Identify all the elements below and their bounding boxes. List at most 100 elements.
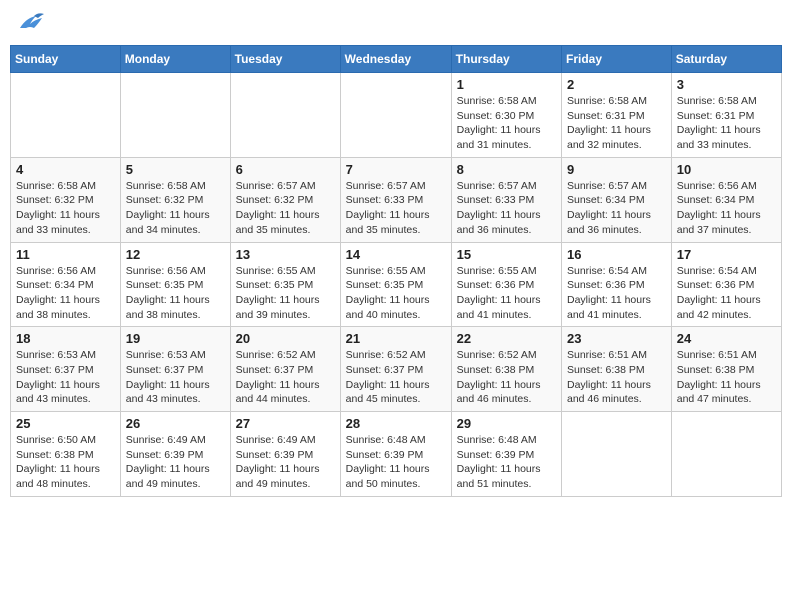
day-info: Sunrise: 6:55 AM Sunset: 6:35 PM Dayligh… [346,264,446,323]
calendar-cell [230,73,340,158]
calendar-cell: 14 Sunrise: 6:55 AM Sunset: 6:35 PM Dayli… [340,242,451,327]
day-number: 13 [236,247,335,262]
day-number: 26 [126,416,225,431]
logo [14,10,46,37]
calendar-header-friday: Friday [562,46,672,73]
day-number: 24 [677,331,776,346]
calendar-header-sunday: Sunday [11,46,121,73]
calendar-cell: 7 Sunrise: 6:57 AM Sunset: 6:33 PM Daylig… [340,157,451,242]
calendar-cell [120,73,230,158]
calendar-cell: 25 Sunrise: 6:50 AM Sunset: 6:38 PM Dayli… [11,412,121,497]
calendar-cell: 24 Sunrise: 6:51 AM Sunset: 6:38 PM Dayli… [671,327,781,412]
day-info: Sunrise: 6:58 AM Sunset: 6:31 PM Dayligh… [567,94,666,153]
calendar-cell: 20Sunrise: 6:52 AM Sunset: 6:37 PM Dayli… [230,327,340,412]
calendar-cell: 19 Sunrise: 6:53 AM Sunset: 6:37 PM Dayli… [120,327,230,412]
day-number: 22 [457,331,556,346]
calendar-body: 1Sunrise: 6:58 AM Sunset: 6:30 PM Daylig… [11,73,782,497]
day-info: Sunrise: 6:48 AM Sunset: 6:39 PM Dayligh… [457,433,556,492]
day-info: Sunrise: 6:53 AM Sunset: 6:37 PM Dayligh… [16,348,115,407]
calendar-cell: 5Sunrise: 6:58 AM Sunset: 6:32 PM Daylig… [120,157,230,242]
day-info: Sunrise: 6:52 AM Sunset: 6:37 PM Dayligh… [346,348,446,407]
calendar-cell: 22 Sunrise: 6:52 AM Sunset: 6:38 PM Dayli… [451,327,561,412]
calendar-header-thursday: Thursday [451,46,561,73]
day-info: Sunrise: 6:56 AM Sunset: 6:34 PM Dayligh… [16,264,115,323]
day-number: 10 [677,162,776,177]
day-info: Sunrise: 6:53 AM Sunset: 6:37 PM Dayligh… [126,348,225,407]
calendar-cell: 13 Sunrise: 6:55 AM Sunset: 6:35 PM Dayli… [230,242,340,327]
calendar-cell: 6 Sunrise: 6:57 AM Sunset: 6:32 PM Daylig… [230,157,340,242]
day-number: 20 [236,331,335,346]
day-number: 21 [346,331,446,346]
calendar-cell: 27 Sunrise: 6:49 AM Sunset: 6:39 PM Dayli… [230,412,340,497]
day-info: Sunrise: 6:48 AM Sunset: 6:39 PM Dayligh… [346,433,446,492]
day-info: Sunrise: 6:56 AM Sunset: 6:34 PM Dayligh… [677,179,776,238]
calendar-cell: 23 Sunrise: 6:51 AM Sunset: 6:38 PM Dayli… [562,327,672,412]
day-number: 14 [346,247,446,262]
day-number: 8 [457,162,556,177]
day-info: Sunrise: 6:57 AM Sunset: 6:34 PM Dayligh… [567,179,666,238]
calendar-table: SundayMondayTuesdayWednesdayThursdayFrid… [10,45,782,497]
day-info: Sunrise: 6:58 AM Sunset: 6:31 PM Dayligh… [677,94,776,153]
day-info: Sunrise: 6:50 AM Sunset: 6:38 PM Dayligh… [16,433,115,492]
day-number: 11 [16,247,115,262]
calendar-cell: 18 Sunrise: 6:53 AM Sunset: 6:37 PM Dayli… [11,327,121,412]
day-number: 7 [346,162,446,177]
day-number: 4 [16,162,115,177]
day-number: 17 [677,247,776,262]
day-number: 19 [126,331,225,346]
day-info: Sunrise: 6:51 AM Sunset: 6:38 PM Dayligh… [567,348,666,407]
day-info: Sunrise: 6:57 AM Sunset: 6:33 PM Dayligh… [346,179,446,238]
day-info: Sunrise: 6:49 AM Sunset: 6:39 PM Dayligh… [126,433,225,492]
day-info: Sunrise: 6:54 AM Sunset: 6:36 PM Dayligh… [677,264,776,323]
calendar-cell: 2 Sunrise: 6:58 AM Sunset: 6:31 PM Daylig… [562,73,672,158]
day-number: 25 [16,416,115,431]
calendar-header-tuesday: Tuesday [230,46,340,73]
calendar-cell: 15 Sunrise: 6:55 AM Sunset: 6:36 PM Dayli… [451,242,561,327]
day-info: Sunrise: 6:58 AM Sunset: 6:32 PM Dayligh… [126,179,225,238]
day-info: Sunrise: 6:51 AM Sunset: 6:38 PM Dayligh… [677,348,776,407]
day-info: Sunrise: 6:55 AM Sunset: 6:36 PM Dayligh… [457,264,556,323]
day-info: Sunrise: 6:52 AM Sunset: 6:38 PM Dayligh… [457,348,556,407]
calendar-week-row: 4 Sunrise: 6:58 AM Sunset: 6:32 PM Daylig… [11,157,782,242]
calendar-cell: 1Sunrise: 6:58 AM Sunset: 6:30 PM Daylig… [451,73,561,158]
calendar-week-row: 1Sunrise: 6:58 AM Sunset: 6:30 PM Daylig… [11,73,782,158]
calendar-cell [562,412,672,497]
calendar-cell [671,412,781,497]
day-number: 23 [567,331,666,346]
calendar-header-monday: Monday [120,46,230,73]
calendar-week-row: 25 Sunrise: 6:50 AM Sunset: 6:38 PM Dayli… [11,412,782,497]
calendar-cell: 28Sunrise: 6:48 AM Sunset: 6:39 PM Dayli… [340,412,451,497]
day-number: 6 [236,162,335,177]
day-number: 27 [236,416,335,431]
day-info: Sunrise: 6:57 AM Sunset: 6:33 PM Dayligh… [457,179,556,238]
logo-bird-icon [16,10,44,32]
calendar-cell: 9Sunrise: 6:57 AM Sunset: 6:34 PM Daylig… [562,157,672,242]
calendar-cell: 16Sunrise: 6:54 AM Sunset: 6:36 PM Dayli… [562,242,672,327]
day-number: 18 [16,331,115,346]
day-number: 15 [457,247,556,262]
day-info: Sunrise: 6:55 AM Sunset: 6:35 PM Dayligh… [236,264,335,323]
calendar-cell: 4 Sunrise: 6:58 AM Sunset: 6:32 PM Daylig… [11,157,121,242]
day-number: 1 [457,77,556,92]
calendar-cell: 11 Sunrise: 6:56 AM Sunset: 6:34 PM Dayli… [11,242,121,327]
calendar-cell: 17 Sunrise: 6:54 AM Sunset: 6:36 PM Dayli… [671,242,781,327]
day-info: Sunrise: 6:56 AM Sunset: 6:35 PM Dayligh… [126,264,225,323]
calendar-cell: 21 Sunrise: 6:52 AM Sunset: 6:37 PM Dayli… [340,327,451,412]
calendar-cell [11,73,121,158]
day-info: Sunrise: 6:58 AM Sunset: 6:32 PM Dayligh… [16,179,115,238]
day-info: Sunrise: 6:54 AM Sunset: 6:36 PM Dayligh… [567,264,666,323]
day-number: 3 [677,77,776,92]
header [10,10,782,37]
calendar-cell: 12Sunrise: 6:56 AM Sunset: 6:35 PM Dayli… [120,242,230,327]
calendar-week-row: 18 Sunrise: 6:53 AM Sunset: 6:37 PM Dayli… [11,327,782,412]
day-info: Sunrise: 6:49 AM Sunset: 6:39 PM Dayligh… [236,433,335,492]
day-number: 2 [567,77,666,92]
calendar-week-row: 11 Sunrise: 6:56 AM Sunset: 6:34 PM Dayli… [11,242,782,327]
calendar-cell [340,73,451,158]
calendar-cell: 26 Sunrise: 6:49 AM Sunset: 6:39 PM Dayli… [120,412,230,497]
calendar-header-saturday: Saturday [671,46,781,73]
calendar-header-row: SundayMondayTuesdayWednesdayThursdayFrid… [11,46,782,73]
calendar-header-wednesday: Wednesday [340,46,451,73]
day-info: Sunrise: 6:57 AM Sunset: 6:32 PM Dayligh… [236,179,335,238]
calendar-cell: 29Sunrise: 6:48 AM Sunset: 6:39 PM Dayli… [451,412,561,497]
